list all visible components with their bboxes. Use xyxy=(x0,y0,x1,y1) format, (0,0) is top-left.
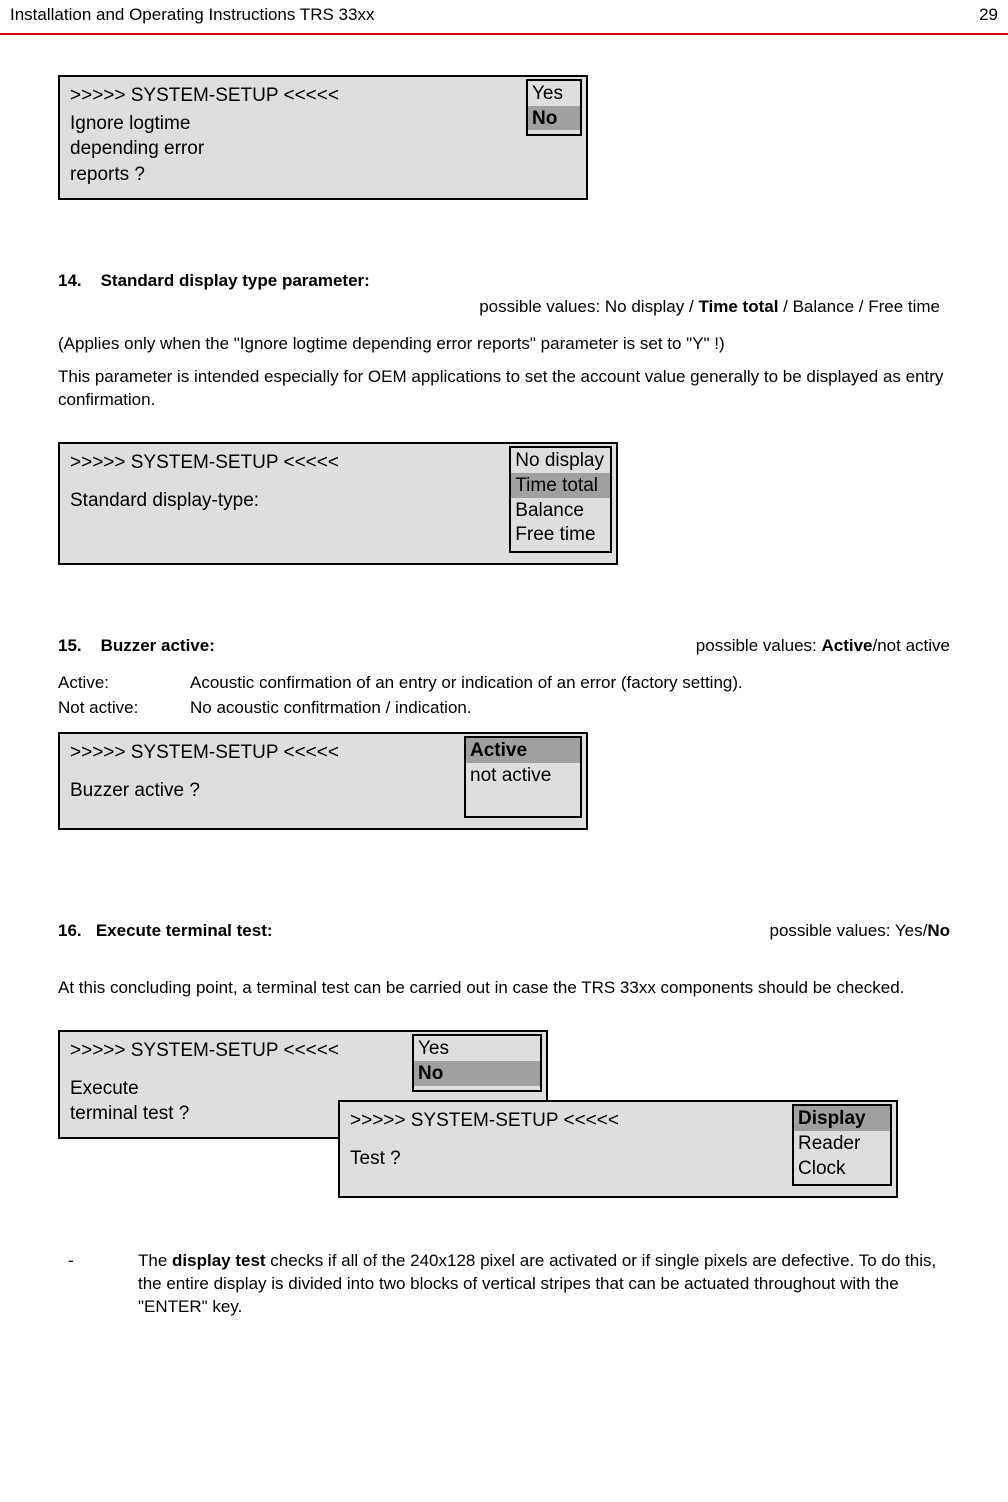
lcd-panel-test-choice: >>>>> SYSTEM-SETUP <<<<< Test ? Display … xyxy=(338,1100,898,1198)
lcd-option-display[interactable]: Display xyxy=(794,1106,890,1131)
section-15-header: 15. Buzzer active: possible values: Acti… xyxy=(58,635,950,658)
lcd-panel-buzzer: >>>>> SYSTEM-SETUP <<<<< Buzzer active ?… xyxy=(58,732,588,830)
def-value: Acoustic confirmation of an entry or ind… xyxy=(190,672,950,695)
lcd-option-active[interactable]: Active xyxy=(466,738,580,763)
page-number: 29 xyxy=(979,4,998,27)
lcd-line: Execute xyxy=(70,1076,412,1102)
lcd-option-free-time[interactable]: Free time xyxy=(511,522,610,547)
lcd-line: Buzzer active ? xyxy=(70,778,464,804)
possible-values-15: possible values: Active/not active xyxy=(696,635,950,658)
lcd-line: depending error xyxy=(70,136,526,162)
section-number: 14. xyxy=(58,271,82,290)
def-value: No acoustic confitrmation / indication. xyxy=(190,697,950,720)
lcd-line: Standard display-type: xyxy=(70,488,509,514)
lcd-text: >>>>> SYSTEM-SETUP <<<<< Standard displa… xyxy=(70,450,509,513)
lcd-text: >>>>> SYSTEM-SETUP <<<<< Ignore logtime … xyxy=(70,83,526,188)
display-test-bullet: - The display test checks if all of the … xyxy=(58,1250,950,1319)
lcd-text: >>>>> SYSTEM-SETUP <<<<< Buzzer active ? xyxy=(70,740,464,803)
lcd-panel-display-type: >>>>> SYSTEM-SETUP <<<<< Standard displa… xyxy=(58,442,618,565)
lcd-title: >>>>> SYSTEM-SETUP <<<<< xyxy=(70,83,526,109)
bullet-dash: - xyxy=(58,1250,138,1319)
section-14-para2: This parameter is intended especially fo… xyxy=(58,366,950,412)
section-title: Buzzer active: xyxy=(101,636,215,655)
lcd-option-clock[interactable]: Clock xyxy=(794,1156,890,1181)
lcd-options: Display Reader Clock xyxy=(792,1104,892,1186)
lcd-option-reader[interactable]: Reader xyxy=(794,1131,890,1156)
lcd-options: Yes No xyxy=(412,1034,542,1092)
lcd-option-no[interactable]: No xyxy=(528,106,580,131)
lcd-panel-ignore-logtime: >>>>> SYSTEM-SETUP <<<<< Ignore logtime … xyxy=(58,75,588,200)
lcd-options: Active not active xyxy=(464,736,582,818)
lcd-option-yes[interactable]: Yes xyxy=(528,81,580,106)
bullet-text: The display test checks if all of the 24… xyxy=(138,1250,950,1319)
section-16-header: 16. Execute terminal test: possible valu… xyxy=(58,920,950,943)
lcd-option-balance[interactable]: Balance xyxy=(511,498,610,523)
section-16-para1: At this concluding point, a terminal tes… xyxy=(58,977,950,1000)
lcd-line: reports ? xyxy=(70,162,526,188)
def-label: Active: xyxy=(58,672,190,695)
possible-values-14: possible values: No display / Time total… xyxy=(58,296,950,319)
lcd-option-yes[interactable]: Yes xyxy=(414,1036,540,1061)
header-title: Installation and Operating Instructions … xyxy=(10,4,374,27)
lcd-title: >>>>> SYSTEM-SETUP <<<<< xyxy=(70,1038,412,1064)
definition-not-active: Not active: No acoustic confitrmation / … xyxy=(58,697,950,720)
definition-active: Active: Acoustic confirmation of an entr… xyxy=(58,672,950,695)
section-title: Standard display type parameter: xyxy=(101,271,370,290)
lcd-option-no[interactable]: No xyxy=(414,1061,540,1086)
page-header: Installation and Operating Instructions … xyxy=(0,0,1008,35)
lcd-option-not-active[interactable]: not active xyxy=(466,763,580,788)
section-number: 16. xyxy=(58,921,82,940)
section-14-header: 14. Standard display type parameter: xyxy=(58,270,950,293)
lcd-title: >>>>> SYSTEM-SETUP <<<<< xyxy=(350,1108,792,1134)
lcd-option-no-display[interactable]: No display xyxy=(511,448,610,473)
lcd-title: >>>>> SYSTEM-SETUP <<<<< xyxy=(70,740,464,766)
lcd-option-time-total[interactable]: Time total xyxy=(511,473,610,498)
section-14-para1: (Applies only when the "Ignore logtime d… xyxy=(58,333,950,356)
lcd-options: Yes No xyxy=(526,79,582,137)
lcd-line: Test ? xyxy=(350,1146,792,1172)
page-content: >>>>> SYSTEM-SETUP <<<<< Ignore logtime … xyxy=(0,35,1008,1329)
lcd-options: No display Time total Balance Free time xyxy=(509,446,612,553)
section-title: Execute terminal test: xyxy=(96,921,273,940)
terminal-test-panels: >>>>> SYSTEM-SETUP <<<<< Execute termina… xyxy=(58,1030,918,1230)
section-number: 15. xyxy=(58,636,82,655)
lcd-line: Ignore logtime xyxy=(70,111,526,137)
lcd-title: >>>>> SYSTEM-SETUP <<<<< xyxy=(70,450,509,476)
possible-values-16: possible values: Yes/No xyxy=(769,920,950,943)
lcd-text: >>>>> SYSTEM-SETUP <<<<< Test ? xyxy=(350,1108,792,1171)
def-label: Not active: xyxy=(58,697,190,720)
